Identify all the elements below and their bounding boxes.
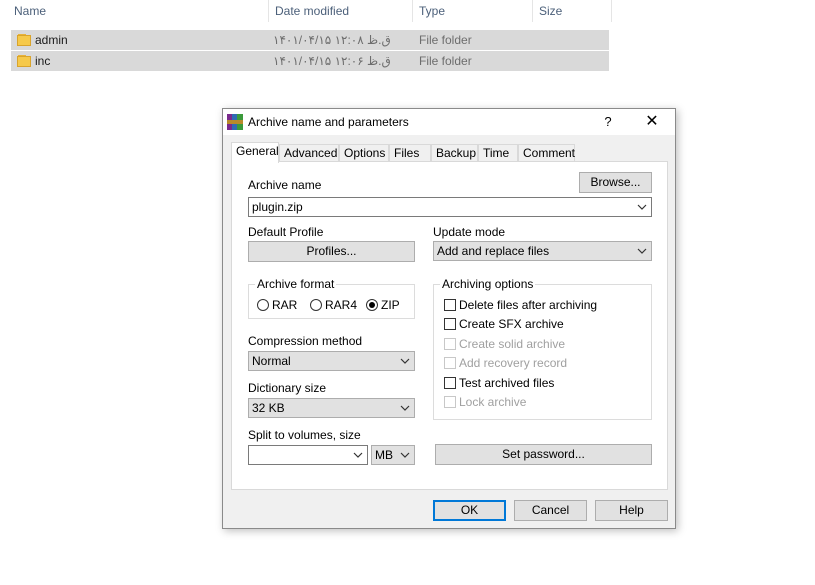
column-header-date-modified[interactable]: Date modified xyxy=(269,0,412,22)
archive-parameters-dialog: Archive name and parameters ? ✕ General … xyxy=(222,108,676,529)
chevron-down-icon xyxy=(353,452,363,458)
ok-button[interactable]: OK xyxy=(433,500,506,521)
archiving-options-title: Archiving options xyxy=(440,277,536,291)
radio-rar4-label[interactable]: RAR4 xyxy=(325,298,357,312)
archive-name-label: Archive name xyxy=(248,178,322,192)
compression-method-select[interactable]: Normal xyxy=(248,351,415,371)
checkbox-test-archived-label[interactable]: Test archived files xyxy=(459,376,554,390)
column-header-size[interactable]: Size xyxy=(533,0,611,22)
file-type: File folder xyxy=(419,54,472,68)
dictionary-size-value: 32 KB xyxy=(252,401,285,415)
archive-name-combo[interactable]: plugin.zip xyxy=(248,197,652,217)
file-name: inc xyxy=(35,54,51,68)
default-profile-label: Default Profile xyxy=(248,225,324,239)
chevron-down-icon xyxy=(637,248,647,254)
column-header-type[interactable]: Type xyxy=(413,0,532,22)
update-mode-label: Update mode xyxy=(433,225,506,239)
dialog-title-bar[interactable]: Archive name and parameters ? ✕ xyxy=(223,109,675,135)
checkbox-lock-archive-label: Lock archive xyxy=(459,395,527,409)
tab-time[interactable]: Time xyxy=(478,144,518,162)
file-type: File folder xyxy=(419,33,472,47)
profiles-button[interactable]: Profiles... xyxy=(248,241,415,262)
folder-icon xyxy=(17,33,31,46)
split-unit-select[interactable]: MB xyxy=(371,445,415,465)
split-unit-value: MB xyxy=(375,448,393,462)
compression-method-label: Compression method xyxy=(248,334,363,348)
split-volumes-label: Split to volumes, size xyxy=(248,428,361,442)
dictionary-size-label: Dictionary size xyxy=(248,381,327,395)
tab-options[interactable]: Options xyxy=(339,144,389,162)
checkbox-create-solid-label: Create solid archive xyxy=(459,337,566,351)
tab-advanced[interactable]: Advanced xyxy=(279,144,339,162)
compression-method-value: Normal xyxy=(252,354,291,368)
set-password-button[interactable]: Set password... xyxy=(435,444,652,465)
chevron-down-icon xyxy=(400,405,410,411)
checkbox-create-solid xyxy=(444,338,456,350)
column-header-name[interactable]: Name xyxy=(8,0,268,22)
checkbox-delete-files-label[interactable]: Delete files after archiving xyxy=(459,298,597,312)
checkbox-create-sfx[interactable] xyxy=(444,318,456,330)
file-name: admin xyxy=(35,33,68,47)
file-row-admin[interactable]: admin ۱۴۰۱/۰۴/۱۵ ق.ظ ۱۲:۰۸ File folder xyxy=(11,30,609,50)
radio-rar[interactable] xyxy=(257,299,269,311)
split-size-combo[interactable] xyxy=(248,445,368,465)
checkbox-create-sfx-label[interactable]: Create SFX archive xyxy=(459,317,564,331)
cancel-button[interactable]: Cancel xyxy=(514,500,587,521)
checkbox-delete-files[interactable] xyxy=(444,299,456,311)
chevron-down-icon xyxy=(400,452,410,458)
chevron-down-icon xyxy=(400,358,410,364)
checkbox-recovery-record-label: Add recovery record xyxy=(459,356,568,370)
radio-zip-label[interactable]: ZIP xyxy=(381,298,400,312)
checkbox-test-archived[interactable] xyxy=(444,377,456,389)
radio-rar4[interactable] xyxy=(310,299,322,311)
archive-name-value: plugin.zip xyxy=(252,200,303,214)
help-button[interactable]: Help xyxy=(595,500,668,521)
tab-files[interactable]: Files xyxy=(389,144,431,162)
browse-button[interactable]: Browse... xyxy=(579,172,652,193)
checkbox-lock-archive xyxy=(444,396,456,408)
file-explorer-list: ˆ Name Date modified Type Size admin ۱۴۰… xyxy=(0,0,815,80)
chevron-down-icon xyxy=(637,204,647,210)
checkbox-recovery-record xyxy=(444,357,456,369)
file-row-inc[interactable]: inc ۱۴۰۱/۰۴/۱۵ ق.ظ ۱۲:۰۶ File folder xyxy=(11,51,609,71)
tab-general[interactable]: General xyxy=(231,142,279,163)
general-tab-panel: Archive name Browse... plugin.zip Defaul… xyxy=(231,161,668,490)
dialog-title: Archive name and parameters xyxy=(248,115,409,129)
archive-format-title: Archive format xyxy=(255,277,337,291)
update-mode-select[interactable]: Add and replace files xyxy=(433,241,652,261)
help-question-icon[interactable]: ? xyxy=(593,111,623,133)
tab-comment[interactable]: Comment xyxy=(518,144,575,162)
radio-zip[interactable] xyxy=(366,299,378,311)
close-icon[interactable]: ✕ xyxy=(637,111,667,133)
file-date: ۱۴۰۱/۰۴/۱۵ ق.ظ ۱۲:۰۶ xyxy=(273,54,391,68)
winrar-archive-icon xyxy=(227,114,243,130)
dictionary-size-select[interactable]: 32 KB xyxy=(248,398,415,418)
tab-backup[interactable]: Backup xyxy=(431,144,478,162)
update-mode-value: Add and replace files xyxy=(437,244,550,258)
radio-rar-label[interactable]: RAR xyxy=(272,298,297,312)
file-date: ۱۴۰۱/۰۴/۱۵ ق.ظ ۱۲:۰۸ xyxy=(273,33,391,47)
folder-icon xyxy=(17,54,31,67)
